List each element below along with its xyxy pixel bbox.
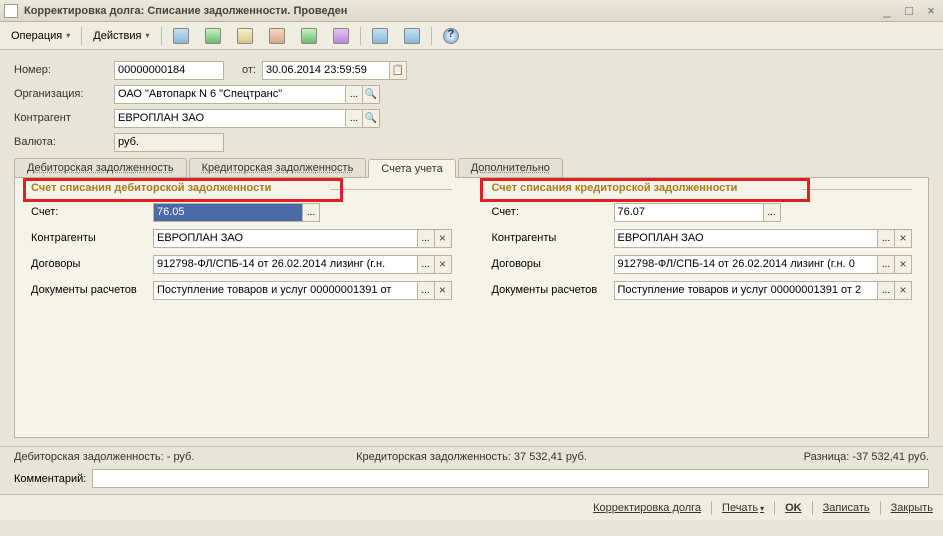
right-contr-clear[interactable] [894, 229, 912, 248]
diff-sum: Разница: -37 532,41 руб. [624, 451, 929, 463]
number-field[interactable] [114, 61, 224, 80]
group-creditor-title: Счет списания кредиторской задолженности [492, 182, 742, 194]
date-field[interactable] [262, 61, 390, 80]
right-docs-clear[interactable] [894, 281, 912, 300]
currency-label: Валюта: [14, 136, 114, 148]
tb-icon-2[interactable] [198, 25, 228, 47]
tb-icon-4[interactable] [262, 25, 292, 47]
left-contr-select[interactable] [417, 229, 435, 248]
group-creditor-writeoff: Счет списания кредиторской задолженности… [492, 192, 913, 427]
org-select-button[interactable] [345, 85, 363, 104]
right-dog-select[interactable] [877, 255, 895, 274]
left-docs-select[interactable] [417, 281, 435, 300]
actions-menu[interactable]: Действия [86, 27, 156, 45]
number-label: Номер: [14, 64, 114, 76]
form-area: Номер: от: Организация: Контрагент Валют… [0, 50, 943, 446]
right-docs-label: Документы расчетов [492, 284, 614, 296]
tab-additional[interactable]: Дополнительно [458, 158, 563, 177]
contr-select-button[interactable] [345, 109, 363, 128]
org-field[interactable] [114, 85, 346, 104]
tb-icon-3[interactable] [230, 25, 260, 47]
titlebar: Корректировка долга: Списание задолженно… [0, 0, 943, 22]
right-dog-clear[interactable] [894, 255, 912, 274]
group-debitor-writeoff: Счет списания дебиторской задолженности … [31, 192, 452, 427]
print-button[interactable]: Печать [722, 502, 764, 514]
close-window-button[interactable]: Закрыть [891, 502, 933, 514]
button-bar: Корректировка долга Печать OK Записать З… [0, 494, 943, 520]
contr-field[interactable] [114, 109, 346, 128]
summary-bar: Дебиторская задолженность: - руб. Кредит… [0, 446, 943, 467]
group-debitor-title: Счет списания дебиторской задолженности [31, 182, 275, 194]
tabs: Дебиторская задолженность Кредиторская з… [14, 158, 929, 178]
left-contr-clear[interactable] [434, 229, 452, 248]
close-button[interactable]: × [923, 3, 939, 18]
right-contr-field[interactable] [614, 229, 879, 248]
tb-icon-8[interactable] [397, 25, 427, 47]
left-contr-label: Контрагенты [31, 232, 153, 244]
left-docs-label: Документы расчетов [31, 284, 153, 296]
right-acc-label: Счет: [492, 206, 614, 218]
minimize-button[interactable]: _ [879, 3, 895, 18]
ok-button[interactable]: OK [785, 502, 802, 514]
doc-link[interactable]: Корректировка долга [593, 502, 701, 514]
left-dog-select[interactable] [417, 255, 435, 274]
tab-debitor[interactable]: Дебиторская задолженность [14, 158, 187, 177]
tb-icon-5[interactable] [294, 25, 324, 47]
left-docs-field[interactable] [153, 281, 418, 300]
right-dog-label: Договоры [492, 258, 614, 270]
right-docs-field[interactable] [614, 281, 879, 300]
comment-label: Комментарий: [14, 473, 86, 485]
right-dog-field[interactable] [614, 255, 879, 274]
tb-icon-6[interactable] [326, 25, 356, 47]
left-acc-label: Счет: [31, 206, 153, 218]
save-button[interactable]: Записать [823, 502, 870, 514]
right-acc-select[interactable] [763, 203, 781, 222]
help-button[interactable] [436, 25, 466, 47]
window-title: Корректировка долга: Списание задолженно… [24, 5, 879, 17]
contr-search-button[interactable] [362, 109, 380, 128]
right-acc-field[interactable] [614, 203, 764, 222]
currency-field [114, 133, 224, 152]
right-docs-select[interactable] [877, 281, 895, 300]
debitor-sum: Дебиторская задолженность: - руб. [14, 451, 319, 463]
operation-menu[interactable]: Операция [4, 27, 77, 45]
from-label: от: [242, 64, 256, 76]
left-acc-select[interactable] [302, 203, 320, 222]
right-contr-select[interactable] [877, 229, 895, 248]
calendar-button[interactable] [389, 61, 407, 80]
tab-content: Счет списания дебиторской задолженности … [14, 178, 929, 438]
left-docs-clear[interactable] [434, 281, 452, 300]
left-dog-field[interactable] [153, 255, 418, 274]
contr-label: Контрагент [14, 112, 114, 124]
org-search-button[interactable] [362, 85, 380, 104]
left-dog-label: Договоры [31, 258, 153, 270]
tb-icon-7[interactable] [365, 25, 395, 47]
left-dog-clear[interactable] [434, 255, 452, 274]
app-icon [4, 4, 18, 18]
left-acc-field[interactable] [153, 203, 303, 222]
comment-row: Комментарий: [0, 467, 943, 494]
tab-creditor[interactable]: Кредиторская задолженность [189, 158, 367, 177]
maximize-button[interactable]: □ [901, 3, 917, 18]
tab-accounts[interactable]: Счета учета [368, 159, 455, 178]
left-contr-field[interactable] [153, 229, 418, 248]
creditor-sum: Кредиторская задолженность: 37 532,41 ру… [319, 451, 624, 463]
toolbar: Операция Действия [0, 22, 943, 50]
org-label: Организация: [14, 88, 114, 100]
comment-field[interactable] [92, 469, 929, 488]
right-contr-label: Контрагенты [492, 232, 614, 244]
tb-icon-1[interactable] [166, 25, 196, 47]
